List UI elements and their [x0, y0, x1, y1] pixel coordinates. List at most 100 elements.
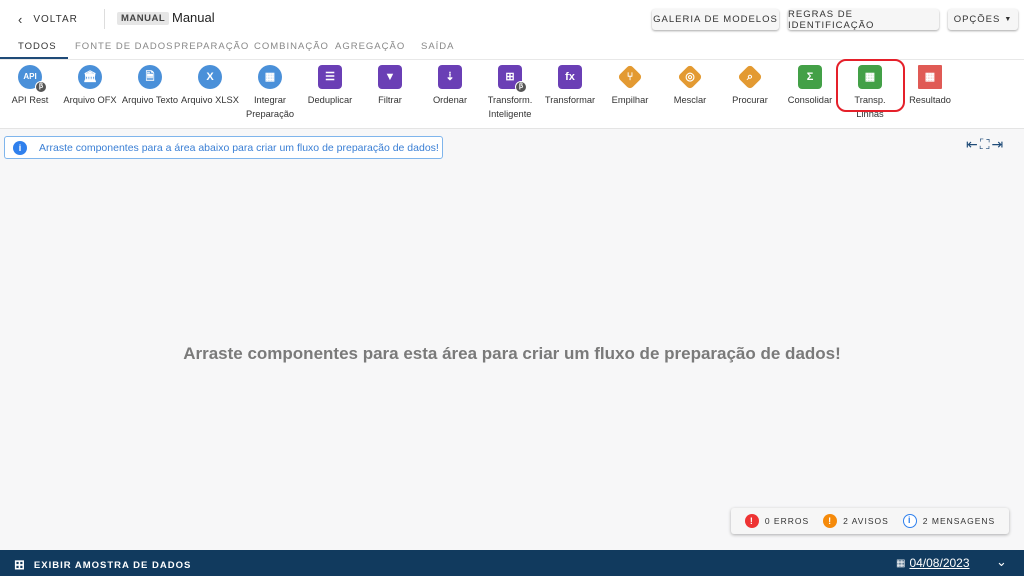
icon-glyph: ◎: [685, 71, 695, 83]
messages-status[interactable]: i 2 MENSAGENS: [902, 514, 996, 528]
tool-mesclar[interactable]: ◎ Mesclar: [660, 65, 720, 107]
tool-empilhar[interactable]: ⑂ Empilhar: [600, 65, 660, 107]
info-icon: i: [902, 514, 917, 528]
fit-screen-icon[interactable]: ⛶: [980, 136, 990, 153]
date-picker[interactable]: ▦ 04/08/2023: [896, 556, 970, 570]
tool-label: Transformar: [544, 95, 596, 105]
divider: [104, 9, 105, 29]
tab-fonte-de-dados[interactable]: FONTE DE DADOS: [75, 41, 173, 52]
identification-rules-button[interactable]: REGRAS DE IDENTIFICAÇÃO: [788, 9, 939, 31]
icon-glyph: ☰: [325, 71, 335, 83]
tool-transform-inteligente[interactable]: ⊞ β Transform. Inteligente: [480, 65, 540, 121]
tool-label: Arquivo Texto: [121, 95, 179, 105]
grid-icon: ▦: [258, 65, 282, 89]
lookup-icon: ⌕: [738, 65, 762, 89]
warning-icon: !: [823, 514, 838, 528]
icon-glyph: ▼: [384, 71, 396, 83]
table-icon: ⊞: [14, 557, 26, 572]
tool-label: Filtrar: [378, 95, 402, 105]
tab-todos[interactable]: TODOS: [18, 41, 57, 52]
tab-agregacao[interactable]: AGREGAÇÃO: [335, 41, 405, 52]
icon-glyph: fx: [565, 71, 575, 83]
tool-label: Arquivo OFX: [63, 95, 117, 105]
tool-label: Transform. Inteligente: [487, 95, 533, 119]
tool-label: Consolidar: [787, 95, 833, 105]
options-button[interactable]: OPÇÕES ▼: [948, 9, 1018, 30]
messages-label: 2 MENSAGENS: [922, 516, 996, 526]
active-tab-indicator: [0, 57, 68, 59]
bottom-bar: ⊞ EXIBIR AMOSTRA DE DADOS ▦ 04/08/2023 ⌄: [0, 550, 1024, 576]
tool-transformar[interactable]: fx Transformar: [540, 65, 600, 107]
back-button[interactable]: ‹ VOLTAR: [18, 12, 78, 27]
chevron-left-icon: ‹: [18, 12, 24, 27]
tool-label: API Rest: [11, 95, 49, 105]
info-icon: i: [13, 140, 27, 155]
merge-icon: ◎: [678, 65, 702, 89]
canvas-placeholder: Arraste componentes para esta área para …: [183, 344, 841, 363]
sigma-icon: Σ: [798, 65, 822, 89]
calendar-icon: ▦: [896, 557, 906, 569]
beta-icon: β: [35, 81, 47, 93]
tool-consolidar[interactable]: Σ Consolidar: [780, 65, 840, 107]
tool-procurar[interactable]: ⌕ Procurar: [720, 65, 780, 107]
sort-icon: ⇣: [438, 65, 462, 89]
highlight-box: [836, 59, 905, 112]
tool-arquivo-xlsx[interactable]: X Arquivo XLSX: [180, 65, 240, 107]
mode-badge: MANUAL: [117, 12, 170, 25]
function-icon: fx: [558, 65, 582, 89]
stack-icon: ⑂: [618, 65, 642, 89]
info-text: Arraste componentes para a área abaixo p…: [39, 141, 439, 154]
text-file-icon: 🗎: [138, 65, 162, 89]
error-icon: !: [744, 514, 759, 528]
show-data-sample-button[interactable]: ⊞ EXIBIR AMOSTRA DE DADOS: [14, 557, 191, 573]
result-table-icon: ▦: [918, 65, 942, 89]
icon-glyph: X: [206, 71, 214, 83]
icon-glyph: ▦: [264, 71, 276, 83]
date-value: 04/08/2023: [909, 556, 970, 570]
xlsx-file-icon: X: [198, 65, 222, 89]
warnings-label: 2 AVISOS: [843, 516, 889, 526]
icon-glyph: 🏛: [83, 71, 97, 83]
chevron-down-icon[interactable]: ⌄: [996, 554, 1007, 570]
smart-transform-icon: ⊞ β: [498, 65, 527, 93]
tool-api-rest[interactable]: API β API Rest: [0, 65, 60, 107]
tool-ordenar[interactable]: ⇣ Ordenar: [420, 65, 480, 107]
tool-label: Procurar: [732, 95, 768, 105]
page-title: Manual: [172, 10, 215, 25]
tool-deduplicar[interactable]: ☰ Deduplicar: [300, 65, 360, 107]
api-icon: API β: [18, 65, 47, 93]
tab-combinacao[interactable]: COMBINAÇÃO: [254, 41, 329, 52]
errors-label: 0 ERROS: [764, 516, 810, 526]
template-gallery-button[interactable]: GALERIA DE MODELOS: [652, 9, 779, 30]
options-label: OPÇÕES: [953, 14, 1001, 25]
caret-down-icon: ▼: [1004, 16, 1013, 23]
info-banner: i Arraste componentes para a área abaixo …: [4, 136, 443, 159]
tool-resultado[interactable]: ▦ Resultado: [900, 65, 960, 107]
status-panel: ! 0 ERROS ! 2 AVISOS i 2 MENSAGENS: [731, 508, 1009, 534]
canvas-nav: ⇤ ⛶ ⇥: [966, 136, 1003, 153]
tool-label: Integrar Preparação: [246, 95, 295, 119]
icon-glyph: ⇣: [445, 71, 455, 83]
tool-integrar-prepara-o[interactable]: ▦ Integrar Preparação: [240, 65, 300, 121]
icon-glyph: ⑂: [626, 71, 634, 83]
errors-status[interactable]: ! 0 ERROS: [744, 514, 810, 528]
tool-arquivo-texto[interactable]: 🗎 Arquivo Texto: [120, 65, 180, 107]
expand-right-icon[interactable]: ⇥: [992, 136, 1004, 153]
tool-label: Mesclar: [673, 95, 707, 105]
icon-glyph: ⊞: [505, 71, 515, 83]
tool-label: Resultado: [909, 95, 951, 105]
bank-icon: 🏛: [78, 65, 102, 89]
back-label: VOLTAR: [33, 14, 78, 25]
tab-preparacao[interactable]: PREPARAÇÃO: [174, 41, 249, 52]
show-data-sample-label: EXIBIR AMOSTRA DE DADOS: [33, 559, 192, 571]
collapse-left-icon[interactable]: ⇤: [966, 136, 978, 153]
tool-label: Arquivo XLSX: [181, 95, 239, 105]
tool-filtrar[interactable]: ▼ Filtrar: [360, 65, 420, 107]
warnings-status[interactable]: ! 2 AVISOS: [823, 514, 889, 528]
icon-glyph: API: [23, 72, 37, 81]
tool-arquivo-ofx[interactable]: 🏛 Arquivo OFX: [60, 65, 120, 107]
tool-label: Empilhar: [611, 95, 649, 105]
beta-icon: β: [515, 81, 527, 93]
tab-saida[interactable]: SAÍDA: [421, 41, 455, 52]
tool-label: Ordenar: [432, 95, 468, 105]
